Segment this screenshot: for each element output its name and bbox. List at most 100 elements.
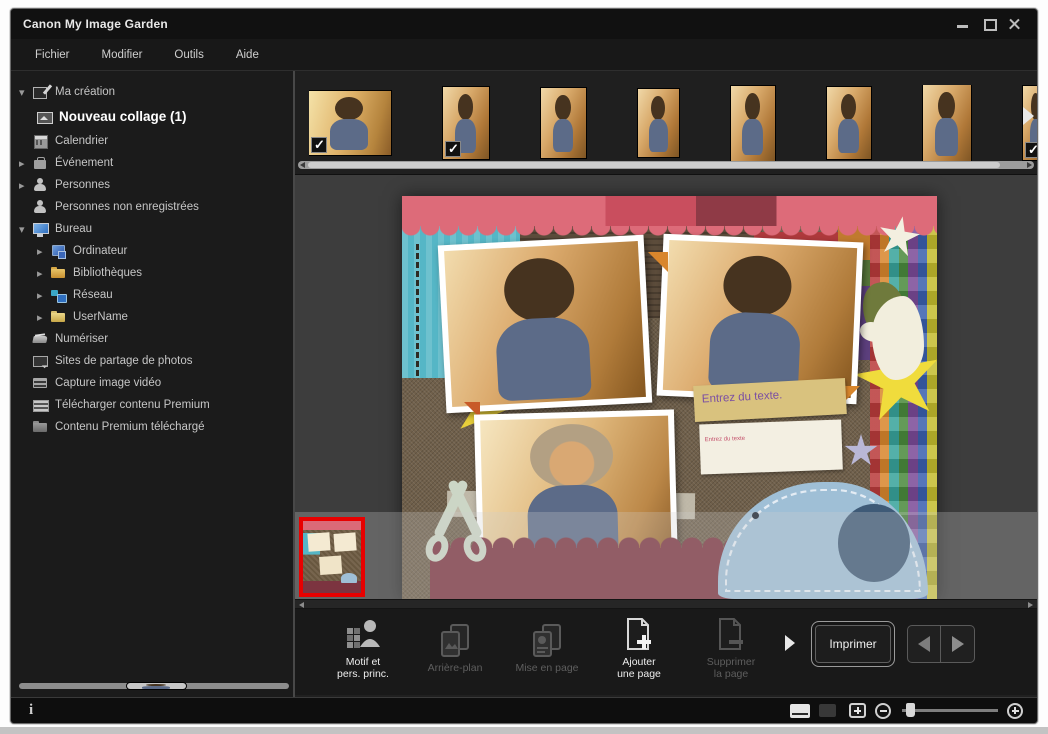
next-page-button[interactable]	[941, 625, 975, 663]
sidebar-item-personnes[interactable]: Personnes	[11, 174, 293, 196]
scroll-right-arrow-icon[interactable]	[1028, 602, 1033, 608]
collage-scalloped-awning	[402, 196, 937, 226]
photo-thumbnail-4[interactable]	[638, 89, 679, 157]
text-placeholder-banner[interactable]: Entrez du texte.	[693, 378, 847, 422]
person-icon	[33, 178, 48, 192]
sidebar-item-reseau[interactable]: Réseau	[11, 284, 293, 306]
sidebar-item-sites-partage[interactable]: Sites de partage de photos	[11, 350, 293, 372]
sidebar-item-label: Nouveau collage (1)	[59, 109, 187, 124]
window-controls	[957, 18, 1025, 30]
delete-page-button[interactable]: Supprimerla page	[685, 617, 777, 680]
collage-icon	[37, 110, 52, 124]
expand-arrow-icon[interactable]	[37, 289, 51, 302]
menu-outils[interactable]: Outils	[160, 45, 217, 65]
photo-thumbnail-3[interactable]	[541, 88, 586, 158]
pattern-people-button[interactable]: Motif etpers. princ.	[317, 617, 409, 680]
menu-aide[interactable]: Aide	[222, 45, 273, 65]
event-icon	[33, 156, 48, 170]
zoom-out-icon[interactable]	[875, 703, 891, 719]
desktop-icon	[33, 222, 48, 236]
pattern-people-icon	[344, 617, 382, 653]
zoom-slider-thumb[interactable]	[906, 703, 915, 717]
sidebar-item-ma-creation[interactable]: Ma création	[11, 81, 293, 103]
sidebar-item-calendrier[interactable]: Calendrier	[11, 130, 293, 152]
checkmark-icon[interactable]	[311, 137, 327, 153]
sidebar: Ma création Nouveau collage (1) Calendri…	[11, 71, 295, 697]
background-button[interactable]: Arrière-plan	[409, 623, 501, 674]
expand-arrow-icon[interactable]	[37, 267, 51, 280]
zoom-controls	[790, 703, 1023, 719]
zoom-slider[interactable]	[902, 709, 998, 712]
fit-view-icon[interactable]	[849, 703, 866, 718]
strip-next-arrow-icon[interactable]	[1023, 107, 1034, 125]
scroll-left-arrow-icon[interactable]	[299, 602, 304, 608]
premium-content-folder-icon	[33, 420, 48, 434]
left-arrow-icon	[918, 636, 930, 652]
expand-arrow-icon[interactable]	[37, 245, 51, 258]
print-button[interactable]: Imprimer	[811, 621, 895, 667]
sidebar-item-personnes-non-enregistrees[interactable]: Personnes non enregistrées	[11, 196, 293, 218]
menu-fichier[interactable]: Fichier	[21, 45, 84, 65]
page-strip-overlay	[295, 512, 1037, 599]
calendar-icon	[33, 134, 48, 148]
title-bar[interactable]: Canon My Image Garden	[11, 9, 1037, 39]
collage-preview-area: Entrez du texte. Entrez du texte	[295, 175, 1037, 599]
layout-button[interactable]: Mise en page	[501, 623, 593, 674]
right-arrow-icon	[952, 636, 964, 652]
sidebar-item-label: Personnes non enregistrées	[55, 201, 199, 213]
sidebar-item-evenement[interactable]: Événement	[11, 152, 293, 174]
app-window: Canon My Image Garden Fichier Modifier O…	[10, 8, 1038, 724]
close-icon[interactable]	[1009, 18, 1021, 30]
scroll-right-arrow-icon[interactable]	[1027, 162, 1032, 168]
photo-thumbnail-7[interactable]	[923, 85, 971, 161]
more-tools-arrow-icon[interactable]	[785, 635, 795, 651]
page-thumbnail-selected[interactable]	[299, 517, 365, 597]
scroll-left-arrow-icon[interactable]	[300, 162, 305, 168]
expand-arrow-icon[interactable]	[37, 311, 51, 324]
sidebar-item-label: Ma création	[55, 86, 115, 98]
sidebar-item-label: Télécharger contenu Premium	[55, 399, 210, 411]
sidebar-item-label: Capture image vidéo	[55, 377, 161, 389]
preview-horizontal-scrollbar[interactable]	[295, 599, 1037, 609]
info-button[interactable]: i	[25, 702, 37, 719]
minimize-icon[interactable]	[957, 18, 969, 30]
sidebar-item-label: Ordinateur	[73, 245, 127, 257]
layout-icon	[528, 623, 566, 659]
sidebar-item-numeriser[interactable]: Numériser	[11, 328, 293, 350]
text-placeholder-small[interactable]: Entrez du texte	[705, 436, 746, 443]
thumbnail-strip-scrollbar[interactable]	[298, 161, 1034, 169]
sidebar-item-nouveau-collage[interactable]: Nouveau collage (1)	[11, 103, 293, 130]
photo-sharing-icon	[33, 354, 48, 368]
sidebar-item-contenu-premium[interactable]: Contenu Premium téléchargé	[11, 416, 293, 438]
checkmark-icon[interactable]	[445, 141, 461, 157]
sidebar-item-telecharger-premium[interactable]: Télécharger contenu Premium	[11, 394, 293, 416]
expand-arrow-icon[interactable]	[19, 157, 33, 170]
sidebar-item-capture-video[interactable]: Capture image vidéo	[11, 372, 293, 394]
sidebar-item-bibliotheques[interactable]: Bibliothèques	[11, 262, 293, 284]
sidebar-item-ordinateur[interactable]: Ordinateur	[11, 240, 293, 262]
collage-photo-1[interactable]	[438, 235, 653, 414]
photo-thumbnail-5[interactable]	[731, 86, 775, 161]
text-placeholder[interactable]: Entrez du texte.	[702, 389, 783, 405]
add-page-button[interactable]: Ajouterune page	[593, 617, 685, 680]
zoom-in-icon[interactable]	[1007, 703, 1023, 719]
sidebar-item-bureau[interactable]: Bureau	[11, 218, 293, 240]
scrollbar-thumb[interactable]	[308, 162, 1000, 168]
photo-thumbnail-1[interactable]	[309, 91, 391, 155]
maximize-icon[interactable]	[983, 18, 995, 30]
previous-page-button[interactable]	[907, 625, 941, 663]
text-placeholder-banner-small[interactable]: Entrez du texte	[699, 420, 843, 475]
photo-thumbnail-2[interactable]	[443, 87, 489, 159]
view-mode-detail-icon[interactable]	[790, 704, 810, 718]
collapse-arrow-icon[interactable]	[19, 223, 33, 236]
view-mode-thumbnail-icon[interactable]	[819, 704, 836, 717]
sidebar-horizontal-scrollbar[interactable]	[19, 683, 289, 689]
sidebar-item-label: Bibliothèques	[73, 267, 142, 279]
menu-modifier[interactable]: Modifier	[88, 45, 157, 65]
collage-stitch-line	[416, 244, 419, 376]
sidebar-item-username[interactable]: UserName	[11, 306, 293, 328]
photo-thumbnail-6[interactable]	[827, 87, 871, 159]
checkmark-icon[interactable]	[1025, 142, 1037, 158]
expand-arrow-icon[interactable]	[19, 179, 33, 192]
collapse-arrow-icon[interactable]	[19, 86, 33, 99]
